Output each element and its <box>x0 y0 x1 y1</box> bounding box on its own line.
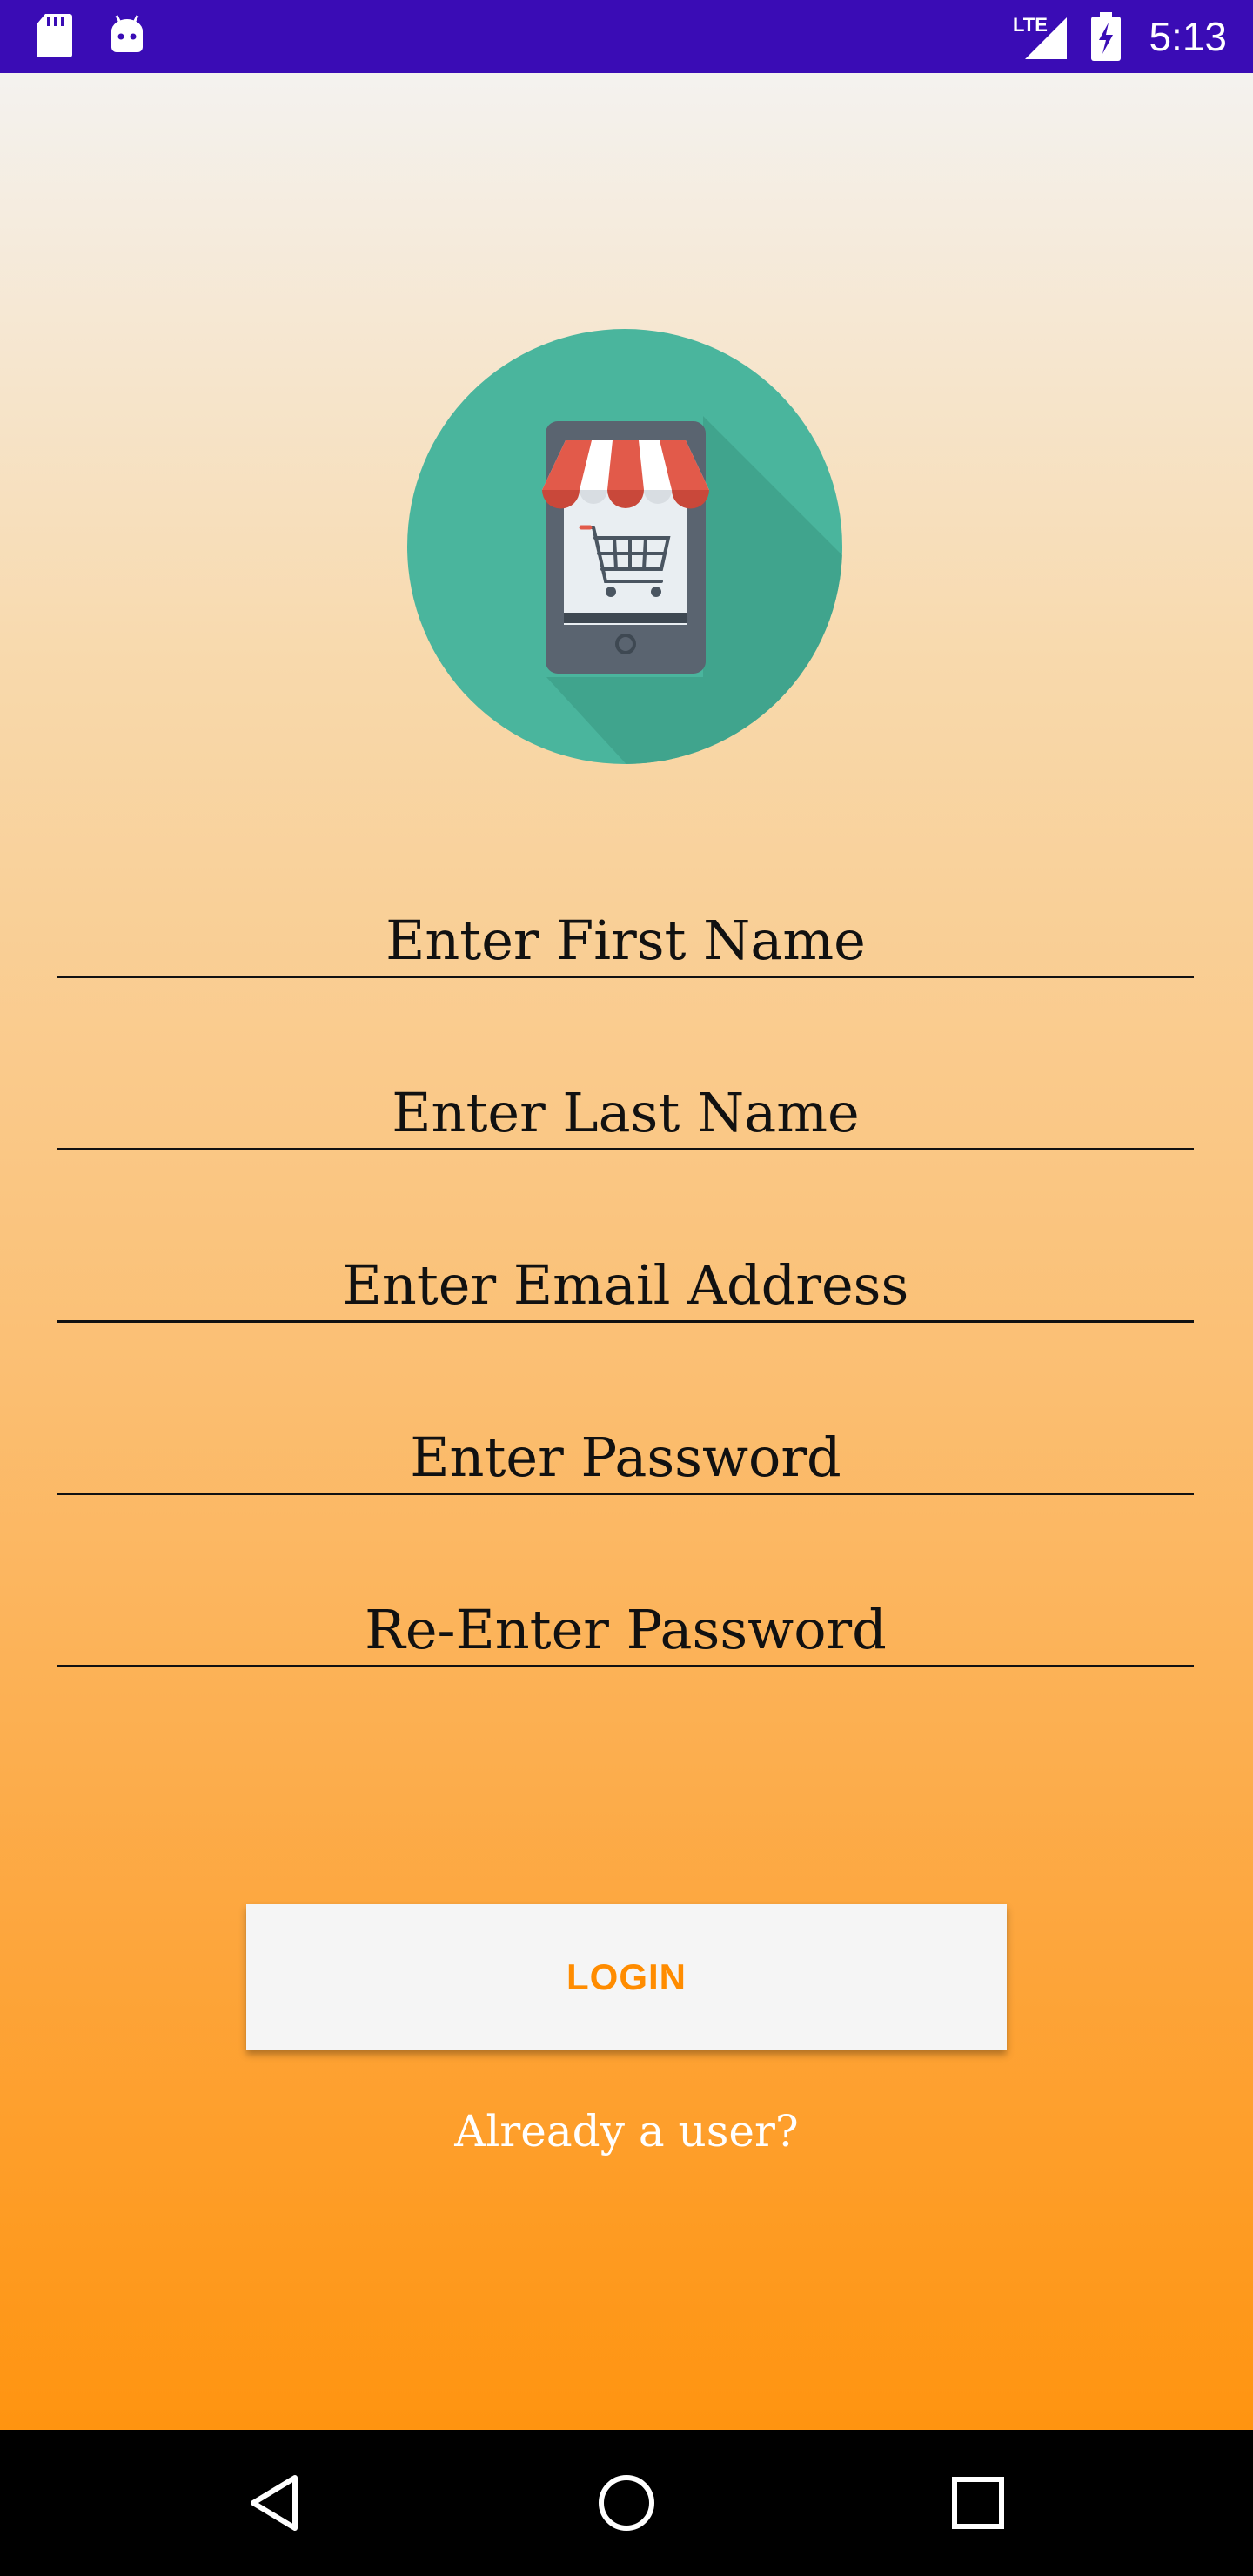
last-name-input[interactable] <box>57 1055 1194 1148</box>
battery-charging-icon <box>1091 12 1121 64</box>
android-icon <box>108 12 146 63</box>
back-icon[interactable] <box>231 2459 318 2546</box>
password-input[interactable] <box>57 1399 1194 1493</box>
sd-card-icon <box>35 12 73 63</box>
signal-icon: LTE <box>1009 10 1070 66</box>
home-icon[interactable] <box>583 2459 670 2546</box>
last-name-field[interactable] <box>57 1055 1194 1150</box>
already-user-link[interactable]: Already a user? <box>0 2101 1253 2162</box>
status-bar: LTE 5:13 <box>0 0 1253 73</box>
email-field[interactable] <box>57 1227 1194 1323</box>
navigation-bar <box>0 2430 1253 2576</box>
status-time: 5:13 <box>1149 14 1227 59</box>
confirm-password-input[interactable] <box>57 1572 1194 1665</box>
confirm-password-field[interactable] <box>57 1572 1194 1667</box>
password-field[interactable] <box>57 1399 1194 1495</box>
login-button[interactable]: LOGIN <box>246 1904 1007 2050</box>
email-input[interactable] <box>57 1227 1194 1320</box>
network-type-label: LTE <box>1013 14 1048 36</box>
recents-icon[interactable] <box>935 2459 1022 2546</box>
shop-cart-phone-icon <box>407 329 842 764</box>
signup-screen: LOGIN Already a user? <box>0 73 1253 2430</box>
first-name-field[interactable] <box>57 882 1194 978</box>
first-name-input[interactable] <box>57 882 1194 976</box>
